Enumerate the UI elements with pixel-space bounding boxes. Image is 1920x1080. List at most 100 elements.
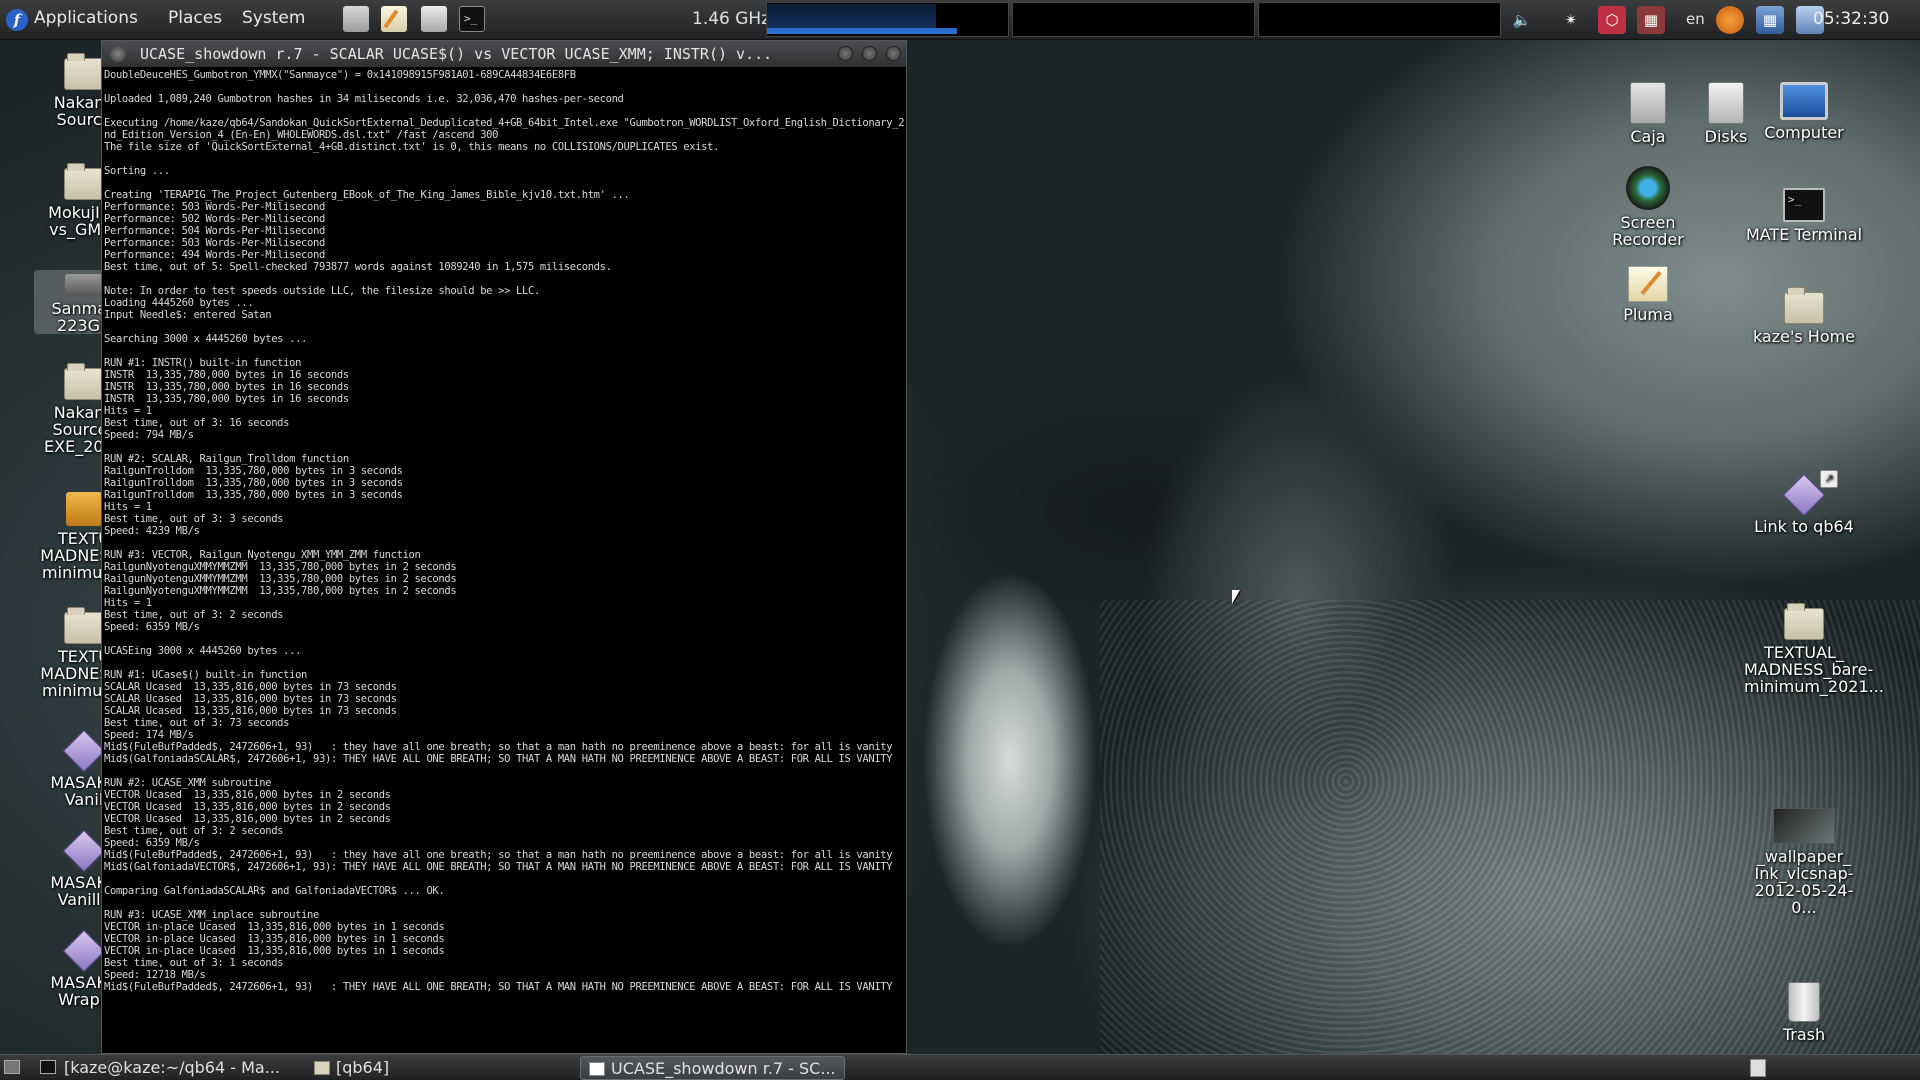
close-button[interactable] — [886, 46, 901, 61]
terminal-line: SCALAR Ucased 13,335,816,000 bytes in 73… — [104, 693, 397, 705]
mouse-cursor-icon — [1232, 590, 1240, 604]
drive-icon — [65, 274, 103, 296]
terminal-line: RailgunTrolldom 13,335,780,000 bytes in … — [104, 477, 403, 489]
file-cabinet-icon — [1630, 82, 1666, 124]
terminal-line: Mid$(GalfoniadaVECTOR$, 2472606+1, 93): … — [104, 861, 893, 873]
desktop-icon-pluma[interactable]: Pluma — [1588, 266, 1708, 323]
desktop-icon-textual-madness[interactable]: TEXTUAL_ MADNESS_bare- minimum_2021... — [1744, 602, 1884, 696]
package-updater-icon[interactable]: ⬡ — [1598, 6, 1626, 34]
window-title: UCASE_showdown r.7 - SCALAR UCASE$() vs … — [140, 45, 773, 63]
fedora-logo-icon[interactable]: f — [6, 9, 28, 31]
desktop-icon-label: Computer — [1764, 123, 1844, 142]
task-label: [kaze@kaze:~/qb64 - Ma... — [64, 1058, 280, 1077]
terminal-line: SCALAR Ucased 13,335,816,000 bytes in 73… — [104, 705, 397, 717]
task-terminal[interactable]: [kaze@kaze:~/qb64 - Ma... — [34, 1056, 288, 1080]
terminal-output[interactable]: DoubleDeuceHES_Gumbotron_YMMX("Sanmayce"… — [104, 69, 906, 1053]
window-menu-icon[interactable] — [110, 46, 126, 62]
trash-icon — [1788, 982, 1820, 1022]
terminal-line: RUN #2: UCASE_XMM subroutine — [104, 777, 272, 789]
terminal-line: RUN #1: INSTR() built-in function — [104, 357, 302, 369]
terminal-line: Performance: 494 Words-Per-Milisecond — [104, 249, 325, 261]
home-folder-icon — [1784, 287, 1824, 324]
desktop-icon-mate-terminal[interactable]: >_ MATE Terminal — [1744, 188, 1864, 243]
terminal-line: RUN #3: UCASE_XMM_inplace subroutine — [104, 909, 319, 921]
terminal-line: VECTOR Ucased 13,335,816,000 bytes in 2 … — [104, 813, 391, 825]
folder-icon — [64, 53, 104, 90]
terminal-window[interactable]: UCASE_showdown r.7 - SCALAR UCASE$() vs … — [101, 40, 907, 1054]
desktop-icon-computer[interactable]: Computer — [1744, 82, 1864, 141]
task-ucase-showdown[interactable]: UCASE_showdown r.7 - SC... — [580, 1056, 845, 1080]
menu-system[interactable]: System — [242, 8, 305, 28]
desktop-icon-label: Link to qb64 — [1754, 517, 1854, 536]
terminal-line: RailgunNyotenguXMMYMMZMM 13,335,780,000 … — [104, 573, 457, 585]
window-titlebar[interactable]: UCASE_showdown r.7 - SCALAR UCASE$() vs … — [102, 41, 906, 67]
clock[interactable]: 05:32:30 — [1813, 9, 1889, 29]
cpu-graph-history — [767, 4, 936, 28]
show-desktop-icon[interactable] — [4, 1060, 20, 1074]
cpu-graph — [766, 2, 1009, 37]
terminal-line: Hits = 1 — [104, 597, 152, 609]
terminal-line: Performance: 503 Words-Per-Milisecond — [104, 201, 325, 213]
terminal-line: Best time, out of 3: 16 seconds — [104, 417, 290, 429]
volume-icon[interactable]: 🔈 — [1508, 6, 1536, 34]
workspace-switcher-icon[interactable] — [1750, 1059, 1766, 1077]
file-cabinet-launcher-icon[interactable] — [343, 6, 369, 32]
top-panel: f Applications Places System >_ 1.46 GHz… — [0, 0, 1920, 40]
terminal-line: Mid$(FuleBufPadded$, 2472606+1, 93) : th… — [104, 741, 893, 753]
terminal-icon: >_ — [1783, 188, 1825, 222]
terminal-line: INSTR 13,335,780,000 bytes in 16 seconds — [104, 381, 349, 393]
terminal-line: Speed: 4239 MB/s — [104, 525, 200, 537]
terminal-line: Input Needle$: entered Satan — [104, 309, 272, 321]
terminal-line: Hits = 1 — [104, 501, 152, 513]
cpu-graph-bar — [767, 28, 958, 34]
folder-icon — [64, 607, 104, 644]
disk-utility-launcher-icon[interactable] — [421, 6, 447, 32]
package-icon — [66, 492, 102, 526]
terminal-launcher-icon[interactable]: >_ — [459, 6, 485, 32]
terminal-line: VECTOR in-place Ucased 13,335,816,000 by… — [104, 933, 445, 945]
desktop-icon-link-qb64[interactable]: ↗ Link to qb64 — [1744, 470, 1864, 536]
keyboard-layout[interactable]: en — [1686, 10, 1705, 28]
folder-icon — [64, 163, 104, 200]
menu-places[interactable]: Places — [168, 8, 222, 28]
cpu-frequency: 1.46 GHz — [692, 9, 771, 29]
qb64-diamond-icon — [1782, 473, 1826, 517]
terminal-line: Mid$(GalfoniadaSCALAR$, 2472606+1, 93): … — [104, 753, 893, 765]
terminal-line: VECTOR in-place Ucased 13,335,816,000 by… — [104, 945, 445, 957]
desktop-icon-wallpaper-image[interactable]: _wallpaper_ Ink_vlcsnap- 2012-05-24-0... — [1744, 808, 1864, 916]
desktop-icon-home[interactable]: kaze's Home — [1744, 286, 1864, 345]
text-editor-launcher-icon[interactable] — [381, 6, 407, 32]
minimize-button[interactable] — [838, 46, 853, 61]
desktop-icon-screen-recorder[interactable]: Screen Recorder — [1588, 166, 1708, 248]
terminal-line: Speed: 6359 MB/s — [104, 621, 200, 633]
terminal-line: Best time, out of 3: 2 seconds — [104, 609, 284, 621]
task-qb64-folder[interactable]: [qb64] — [306, 1056, 397, 1080]
desktop-icon-trash[interactable]: Trash — [1744, 982, 1864, 1043]
terminal-line: RailgunTrolldom 13,335,780,000 bytes in … — [104, 489, 403, 501]
bluetooth-icon[interactable]: ✴ — [1557, 6, 1585, 34]
maximize-button[interactable] — [862, 46, 877, 61]
network-icon[interactable]: ▦ — [1756, 6, 1784, 34]
terminal-line: Mid$(FuleBufPadded$, 2472606+1, 93) : th… — [104, 849, 893, 861]
terminal-line: RailgunTrolldom 13,335,780,000 bytes in … — [104, 465, 403, 477]
system-monitor-icon[interactable]: ▦ — [1637, 6, 1665, 34]
terminal-line: Speed: 12718 MB/s — [104, 969, 206, 981]
menu-applications[interactable]: Applications — [34, 8, 138, 28]
terminal-line: Hits = 1 — [104, 405, 152, 417]
desktop-icon-label: TEXTUAL_ MADNESS_bare- minimum_2021... — [1744, 643, 1884, 696]
task-label: UCASE_showdown r.7 - SC... — [611, 1059, 836, 1078]
firefox-icon[interactable] — [1716, 6, 1744, 34]
